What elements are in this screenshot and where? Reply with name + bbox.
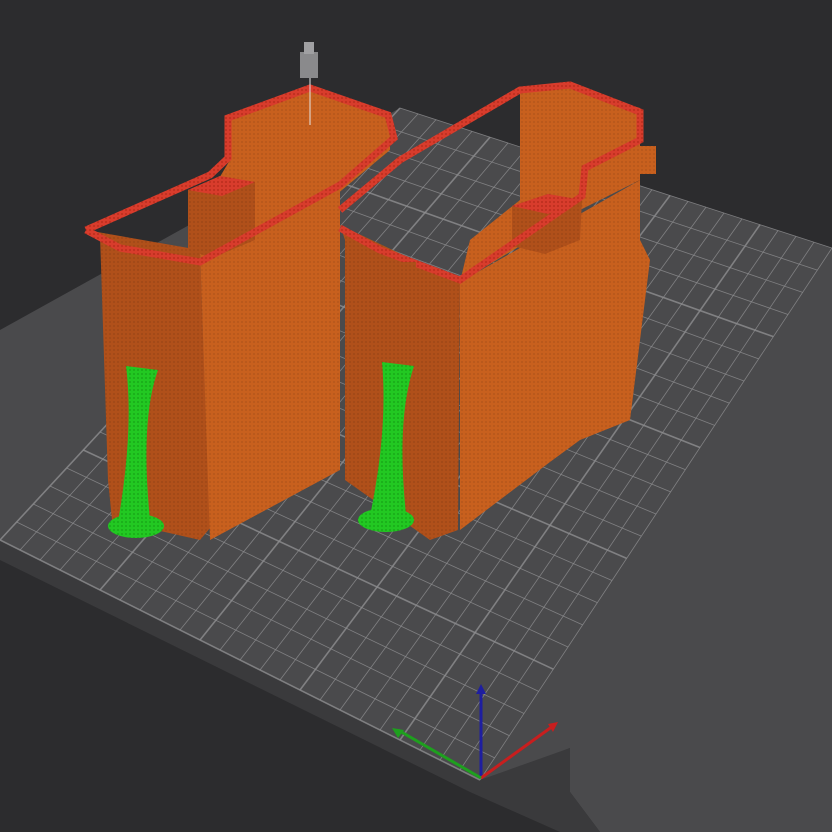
scene-canvas[interactable] [0,0,832,832]
right-part-tab [640,146,656,174]
right-part-pillar [378,262,416,360]
left-part-pillar [124,262,158,368]
3d-viewport[interactable] [0,0,832,832]
